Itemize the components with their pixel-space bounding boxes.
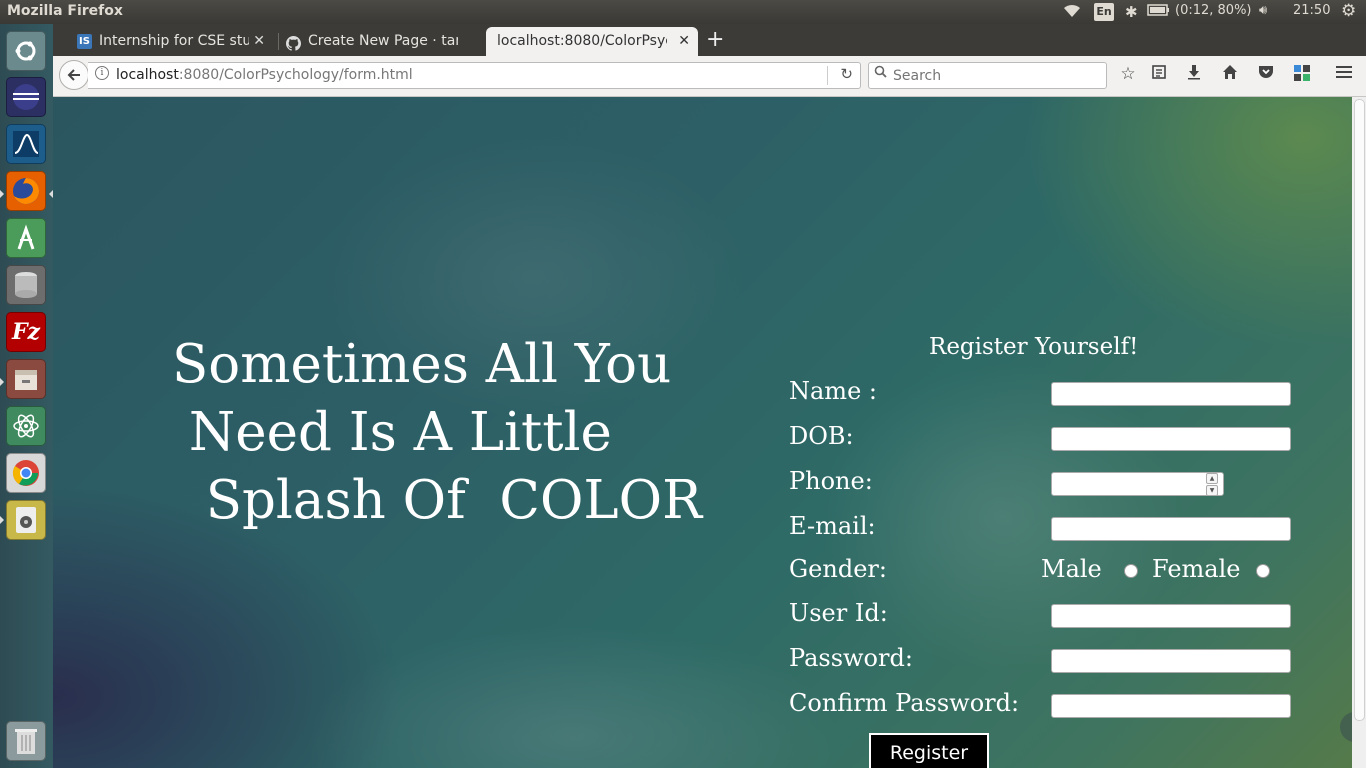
eclipse-icon[interactable]	[6, 77, 46, 117]
window-title: Mozilla Firefox	[7, 3, 123, 19]
spinner-up-icon[interactable]: ▲	[1206, 473, 1218, 484]
launcher: Fz	[0, 24, 54, 768]
running-indicator	[0, 190, 4, 198]
female-radio[interactable]	[1256, 564, 1270, 578]
battery-icon[interactable]	[1147, 3, 1171, 21]
hero-line-3: Splash Of COLOR	[172, 470, 702, 531]
close-tab-icon[interactable]: ✕	[678, 28, 690, 54]
close-tab-icon[interactable]: ✕	[253, 28, 265, 54]
back-button[interactable]	[59, 60, 89, 90]
url-bar[interactable]: i localhost:8080/ColorPsychology/form.ht…	[88, 62, 861, 89]
github-icon	[286, 34, 301, 51]
reload-icon[interactable]: ↻	[840, 65, 853, 83]
new-tab-button[interactable]: +	[706, 27, 724, 53]
tab-title: localhost:8080/ColorPsych	[497, 33, 667, 49]
back-arrow-icon	[67, 69, 80, 81]
atom-icon[interactable]	[6, 406, 46, 446]
ubuntu-dash-icon[interactable]	[6, 31, 46, 71]
url-host: localhost	[116, 67, 179, 83]
site-info-icon[interactable]: i	[95, 66, 109, 80]
name-label: Name :	[789, 377, 877, 405]
phone-spinner[interactable]: ▲ ▼	[1206, 473, 1218, 496]
spinner-down-icon[interactable]: ▼	[1206, 485, 1218, 496]
tab-localhost-active[interactable]: localhost:8080/ColorPsych ✕	[486, 27, 698, 56]
files-manager-icon[interactable]	[6, 359, 46, 399]
menu-hamburger-icon[interactable]	[1333, 64, 1355, 84]
name-input[interactable]	[1051, 382, 1291, 406]
phone-input[interactable]	[1051, 472, 1224, 496]
dob-input[interactable]	[1051, 427, 1291, 451]
extension-icon[interactable]	[1291, 64, 1313, 87]
downloads-icon[interactable]	[1183, 64, 1205, 85]
navigation-bar: i localhost:8080/ColorPsychology/form.ht…	[53, 56, 1366, 97]
clock[interactable]: 21:50	[1293, 3, 1330, 18]
tab-separator	[278, 33, 279, 50]
running-indicator	[0, 378, 4, 386]
confirm-password-label: Confirm Password:	[789, 689, 1020, 717]
phone-label: Phone:	[789, 467, 873, 495]
confirm-password-input[interactable]	[1051, 694, 1291, 718]
chrome-icon[interactable]	[6, 453, 46, 493]
password-input[interactable]	[1051, 649, 1291, 673]
keyboard-layout-indicator[interactable]: En	[1094, 3, 1114, 21]
userid-label: User Id:	[789, 599, 888, 627]
email-label: E-mail:	[789, 512, 876, 540]
web-page: Sometimes All You Need Is A Little Splas…	[53, 97, 1352, 768]
hero-line-2: Need Is A Little	[172, 402, 612, 463]
android-studio-icon[interactable]	[6, 218, 46, 258]
tab-create-new-page[interactable]: Create New Page · tani ✕	[282, 27, 482, 56]
settings-gear-icon[interactable]: ⚙	[1341, 1, 1356, 21]
media-player-icon[interactable]	[6, 500, 46, 540]
search-icon	[874, 65, 887, 82]
system-top-panel: Mozilla Firefox En ✱ (0:12, 80%) 🔊︎ 21:5…	[0, 0, 1366, 24]
bluetooth-icon[interactable]: ✱	[1125, 3, 1138, 21]
url-path: :8080/ColorPsychology/form.html	[178, 67, 413, 83]
home-icon[interactable]	[1219, 64, 1241, 85]
filezilla-icon[interactable]: Fz	[6, 312, 46, 352]
pocket-icon[interactable]	[1255, 64, 1277, 85]
female-label: Female	[1152, 555, 1241, 583]
trash-icon[interactable]	[6, 721, 46, 761]
url-divider	[827, 66, 828, 85]
password-label: Password:	[789, 644, 913, 672]
tab-title: Create New Page · tani	[308, 33, 458, 49]
hero-line-1: Sometimes All You	[172, 334, 672, 395]
wireshark-icon[interactable]	[6, 124, 46, 164]
reading-list-icon[interactable]	[1148, 64, 1170, 85]
dob-label: DOB:	[789, 422, 854, 450]
email-input[interactable]	[1051, 517, 1291, 541]
firefox-icon[interactable]	[6, 171, 46, 211]
url-text[interactable]: localhost:8080/ColorPsychology/form.html	[116, 67, 413, 83]
gender-label: Gender:	[789, 555, 887, 583]
bookmark-star-icon[interactable]: ☆	[1117, 64, 1139, 84]
register-button[interactable]: Register	[869, 733, 989, 768]
search-box[interactable]	[868, 62, 1107, 89]
favicon-is: IS	[77, 34, 92, 49]
wifi-icon[interactable]	[1062, 3, 1082, 23]
battery-status: (0:12, 80%)	[1175, 3, 1252, 18]
running-indicator	[0, 516, 4, 524]
male-label: Male	[1041, 555, 1102, 583]
tab-internship[interactable]: IS Internship for CSE stud ✕	[73, 27, 273, 56]
form-title: Register Yourself!	[929, 334, 1139, 360]
tab-title: Internship for CSE stud	[99, 33, 249, 49]
male-radio[interactable]	[1124, 564, 1138, 578]
database-icon[interactable]	[6, 265, 46, 305]
userid-input[interactable]	[1051, 604, 1291, 628]
search-input[interactable]	[891, 65, 1095, 86]
scrollbar-thumb[interactable]	[1354, 99, 1365, 721]
volume-icon[interactable]: 🔊︎	[1259, 3, 1267, 18]
floating-corner-button[interactable]	[1340, 712, 1352, 742]
page-scrollbar[interactable]	[1352, 97, 1366, 768]
